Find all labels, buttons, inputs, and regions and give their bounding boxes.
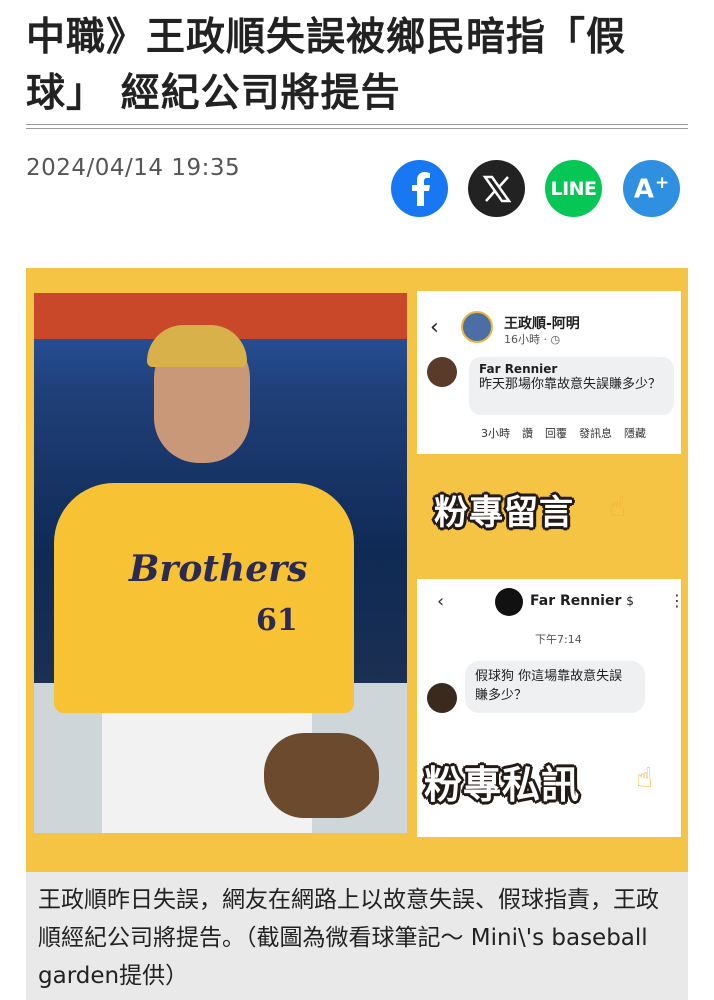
dm-sender-avatar bbox=[427, 683, 457, 713]
dm-bubble: 假球狗 你這場靠故意失誤賺多少？ bbox=[465, 661, 645, 713]
back-icon: ‹ bbox=[430, 315, 439, 340]
comment-message: 發訊息 bbox=[579, 427, 612, 440]
caption-dm: 粉專私訊 bbox=[424, 763, 581, 807]
article-headline: 中職》王政順失誤被鄉民暗指「假球」 經紀公司將提告 bbox=[26, 15, 627, 116]
player-photo: Brothers 61 bbox=[34, 293, 407, 833]
facebook-icon bbox=[411, 171, 430, 206]
photo-caption: 王政順昨日失誤，網友在網路上以故意失誤、假球指責，王政順經紀公司將提告。（截圖為… bbox=[26, 872, 688, 1000]
font-size-button[interactable]: A+ bbox=[623, 160, 680, 217]
comment-like: 讚 bbox=[522, 427, 533, 440]
caption-comment: 粉專留言 bbox=[434, 493, 574, 533]
line-share-button[interactable]: LINE bbox=[545, 160, 602, 217]
font-size-icon: A+ bbox=[633, 172, 670, 205]
line-icon: LINE bbox=[550, 177, 597, 200]
baseball-glove bbox=[264, 733, 379, 818]
page-name: 王政順-阿明 bbox=[504, 316, 580, 332]
post-meta: 16小時 · ◷ bbox=[504, 333, 561, 346]
comment-bubble: Far Rennier 昨天那場你靠故意失誤賺多少？ bbox=[469, 357, 674, 415]
back-icon: ‹ bbox=[437, 591, 445, 612]
facebook-share-button[interactable] bbox=[391, 160, 448, 217]
comment-screenshot: ‹ 王政順-阿明 16小時 · ◷ Far Rennier 昨天那場你靠故意失誤… bbox=[417, 291, 681, 454]
publish-date: 2024/04/14 19:35 bbox=[26, 155, 241, 181]
hand-gesture-icon: ☝ bbox=[609, 490, 627, 523]
comment-time: 3小時 bbox=[481, 427, 510, 440]
commenter-avatar bbox=[427, 357, 457, 387]
divider bbox=[26, 124, 688, 125]
jersey-number: 61 bbox=[256, 603, 298, 638]
comment-reply: 回覆 bbox=[545, 427, 567, 440]
more-icon: ⋮ bbox=[669, 591, 685, 610]
dm-avatar bbox=[495, 588, 523, 616]
page-avatar bbox=[461, 311, 493, 343]
jersey bbox=[54, 483, 354, 713]
x-icon bbox=[482, 175, 511, 202]
dm-name: Far Rennier $ bbox=[530, 593, 634, 609]
x-share-button[interactable] bbox=[468, 160, 525, 217]
commenter-name: Far Rennier bbox=[479, 362, 558, 376]
dm-time: 下午7:14 bbox=[535, 633, 582, 646]
hand-gesture-icon: ☝ bbox=[636, 761, 654, 794]
jersey-brand: Brothers bbox=[129, 548, 308, 590]
comment-actions: 3小時 讚 回覆 發訊息 隱藏 bbox=[481, 425, 646, 441]
comment-hide: 隱藏 bbox=[624, 427, 646, 440]
comment-text: 昨天那場你靠故意失誤賺多少？ bbox=[479, 377, 662, 392]
article-photo: Brothers 61 ‹ 王政順-阿明 16小時 · ◷ Far Rennie… bbox=[26, 268, 688, 872]
player-cap bbox=[147, 325, 247, 367]
divider bbox=[26, 128, 688, 129]
